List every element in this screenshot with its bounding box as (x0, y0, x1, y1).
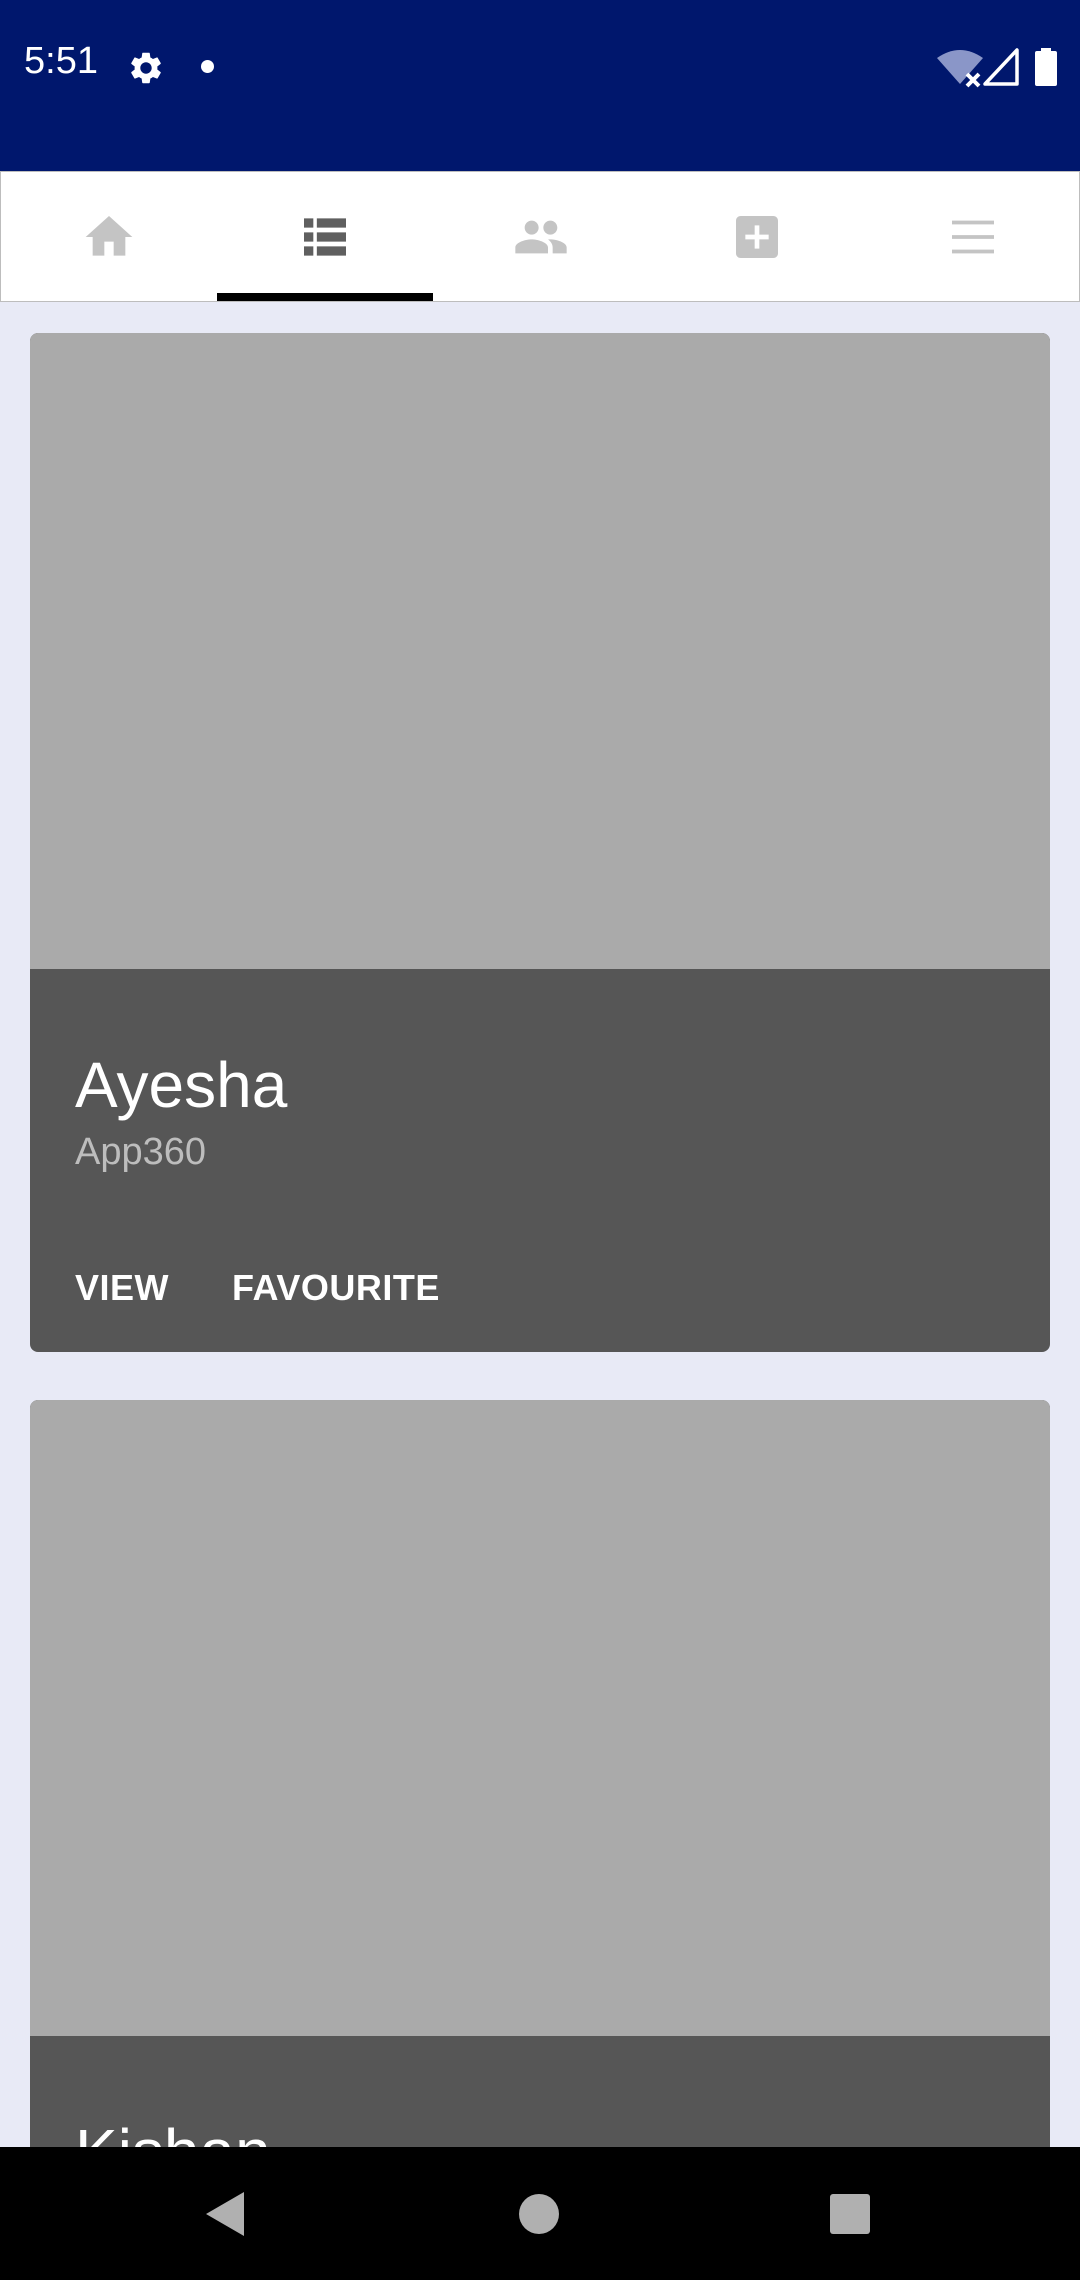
card-title: Kishan (75, 2115, 271, 2147)
card-image (30, 333, 1050, 969)
wifi-off-icon (937, 50, 983, 88)
menu-icon (952, 220, 994, 254)
tab-add[interactable] (649, 172, 865, 302)
navigation-bar (0, 2147, 1080, 2280)
home-icon (85, 216, 133, 256)
tab-people[interactable] (433, 172, 649, 302)
card-kishan: Kishan (30, 1400, 1050, 2147)
recents-icon[interactable] (829, 2193, 871, 2235)
notification-dot-icon (201, 60, 214, 73)
active-tab-indicator (217, 293, 433, 301)
add-box-icon (736, 216, 778, 258)
favourite-button[interactable]: FAVOURITE (232, 1267, 440, 1309)
card-title: Ayesha (75, 1049, 288, 1121)
card-ayesha: Ayesha App360 VIEW FAVOURITE (30, 333, 1050, 1352)
status-bar: 5:51 (0, 0, 1080, 171)
back-icon[interactable] (204, 2190, 246, 2238)
tab-menu[interactable] (865, 172, 1080, 302)
tab-list[interactable] (217, 172, 433, 302)
status-time: 5:51 (24, 40, 98, 82)
settings-icon (131, 52, 161, 84)
home-circle-icon[interactable] (518, 2193, 560, 2235)
tab-bar (0, 171, 1080, 302)
view-button[interactable]: VIEW (75, 1267, 169, 1309)
tab-home[interactable] (1, 172, 217, 302)
cell-signal-icon (983, 48, 1019, 86)
people-icon (515, 220, 567, 254)
list-icon (304, 218, 346, 256)
battery-icon (1035, 48, 1057, 86)
card-subtitle: App360 (75, 1131, 207, 1173)
card-image (30, 1400, 1050, 2036)
